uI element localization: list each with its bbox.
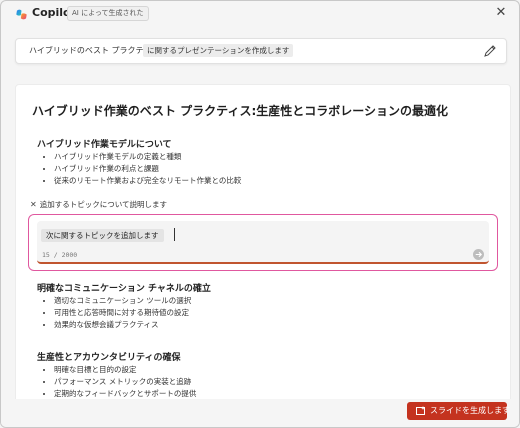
outline-document: ハイブリッド作業のベスト プラクティス:生産性とコラボレーションの最適化 ハイブ…	[15, 84, 511, 406]
send-button[interactable]	[473, 249, 484, 260]
add-topic-toggle[interactable]: ✕ 追加するトピックについて説明します	[30, 199, 167, 210]
bullet-item: 可用性と応答時間に対する期待値の設定	[54, 307, 191, 319]
edit-prompt-button[interactable]	[482, 43, 498, 59]
close-button[interactable]: ✕	[493, 5, 509, 21]
topic-prefix-chip[interactable]: 次に関するトピックを追加します	[41, 229, 164, 242]
section-bullets: ハイブリッド作業モデルの定義と種類 ハイブリッド作業の利点と課題 従来のリモート…	[38, 151, 241, 187]
generate-slides-button[interactable]: スライドを生成します	[407, 402, 510, 420]
bullet-item: 効果的な仮想会議プラクティス	[54, 319, 191, 331]
title-bar: Copilot AI によって生成された ✕	[1, 1, 519, 27]
copilot-logo-icon	[16, 9, 27, 20]
prompt-card: ハイブリッドのベスト プラクティス に関するプレゼンテーションを作成します	[15, 38, 507, 64]
bullet-item: ハイブリッド作業の利点と課題	[54, 163, 241, 175]
section-heading: ハイブリッド作業モデルについて	[37, 140, 172, 150]
send-icon	[475, 251, 483, 258]
slides-icon	[416, 406, 425, 415]
section-bullets: 適切なコミュニケーション ツールの選択 可用性と応答時間に対する期待値の設定 効…	[38, 295, 191, 331]
prompt-action-chip: に関するプレゼンテーションを作成します	[143, 44, 294, 57]
dialog-footer: スライドを生成します	[1, 399, 519, 427]
section-heading: 生産性とアカウンタビリティの確保	[37, 353, 181, 363]
copilot-dialog: Copilot AI によって生成された ✕ ハイブリッドのベスト プラクティス…	[0, 0, 520, 428]
add-topic-input[interactable]: 次に関するトピックを追加します 15 / 2000	[37, 221, 489, 264]
close-icon: ✕	[30, 200, 37, 209]
close-icon: ✕	[495, 5, 507, 20]
section-heading: 明確なコミュニケーション チャネルの確立	[37, 284, 211, 294]
character-counter: 15 / 2000	[42, 251, 78, 259]
text-caret	[174, 228, 175, 241]
add-topic-label: 追加するトピックについて説明します	[39, 200, 167, 209]
document-title: ハイブリッド作業のベスト プラクティス:生産性とコラボレーションの最適化	[32, 104, 449, 118]
bullet-item: 適切なコミュニケーション ツールの選択	[54, 295, 191, 307]
section-bullets: 明確な目標と目的の設定 パフォーマンス メトリックの実装と追跡 定期的なフィード…	[38, 364, 196, 400]
bullet-item: 明確な目標と目的の設定	[54, 364, 196, 376]
bullet-item: パフォーマンス メトリックの実装と追跡	[54, 376, 196, 388]
bullet-item: 従来のリモート作業および完全なリモート作業との比較	[54, 175, 241, 187]
bullet-item: ハイブリッド作業モデルの定義と種類	[54, 151, 241, 163]
add-topic-input-card: 次に関するトピックを追加します 15 / 2000	[28, 214, 498, 271]
generate-slides-label: スライドを生成します	[430, 406, 510, 415]
ai-generated-badge: AI によって生成された	[67, 6, 149, 21]
pencil-icon	[484, 45, 496, 57]
prompt-topic-text: ハイブリッドのベスト プラクティス	[29, 46, 160, 55]
